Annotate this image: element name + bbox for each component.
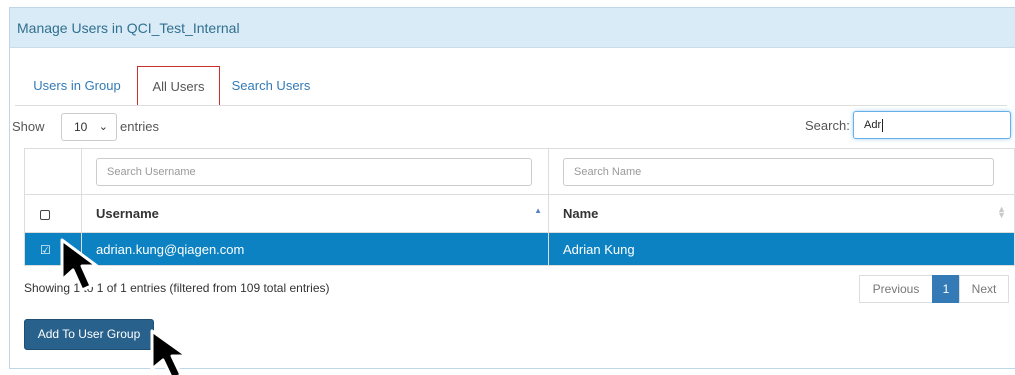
panel-title: Manage Users in QCI_Test_Internal (10, 8, 1015, 48)
sort-ascending-icon: ▲ (534, 206, 542, 215)
search-input[interactable]: Adr (853, 111, 1011, 139)
mouse-pointer-icon (60, 238, 99, 292)
filter-cell-name: Search Name (548, 148, 1015, 195)
name-cell: Adrian Kung (548, 232, 1015, 266)
table-row[interactable]: ☑ adrian.kung@qiagen.com Adrian Kung (24, 232, 1015, 266)
add-to-user-group-button[interactable]: Add To User Group (24, 319, 154, 350)
name-column-header[interactable]: Name ▲ ▼ (548, 194, 1015, 233)
entries-label: entries (120, 119, 160, 134)
tab-users-in-group[interactable]: Users in Group (28, 66, 126, 106)
filter-cell-username: Search Username (81, 148, 549, 195)
table-header-row: Username ▲ Name ▲ ▼ (24, 194, 1015, 233)
name-filter-input[interactable]: Search Name (563, 157, 994, 186)
tab-bar: Users in Group All Users Search Users (10, 66, 1015, 106)
username-column-header[interactable]: Username ▲ (81, 194, 549, 233)
search-label: Search: (805, 118, 850, 133)
sort-both-icon: ▲ ▼ (997, 204, 1006, 220)
text-caret (882, 118, 884, 132)
name-value: Adrian Kung (563, 241, 635, 257)
mouse-pointer-icon (150, 329, 189, 375)
username-cell: adrian.kung@qiagen.com (81, 232, 549, 266)
users-table: Search Username Search Name Username ▲ N… (24, 148, 1015, 266)
select-all-header (24, 194, 82, 233)
page-1-button[interactable]: 1 (932, 275, 960, 303)
select-all-checkbox[interactable] (40, 209, 50, 220)
name-header-label: Name (563, 206, 599, 221)
show-label: Show (12, 119, 45, 134)
filter-cell-empty (24, 148, 82, 195)
username-filter-input[interactable]: Search Username (96, 157, 532, 186)
entries-per-page-value: 10 (74, 120, 88, 134)
checked-checkbox-icon[interactable]: ☑ (40, 243, 51, 257)
entries-per-page-select[interactable]: 10 ⌄ (61, 113, 117, 141)
chevron-down-icon: ⌄ (98, 121, 108, 133)
username-header-label: Username (96, 206, 159, 221)
tab-divider (15, 105, 1007, 106)
next-page-button[interactable]: Next (959, 275, 1009, 303)
column-filter-row: Search Username Search Name (24, 148, 1015, 195)
previous-page-button[interactable]: Previous (859, 275, 933, 303)
tab-all-users[interactable]: All Users (137, 66, 220, 106)
search-input-value: Adr (864, 119, 882, 131)
tab-search-users[interactable]: Search Users (226, 66, 316, 106)
